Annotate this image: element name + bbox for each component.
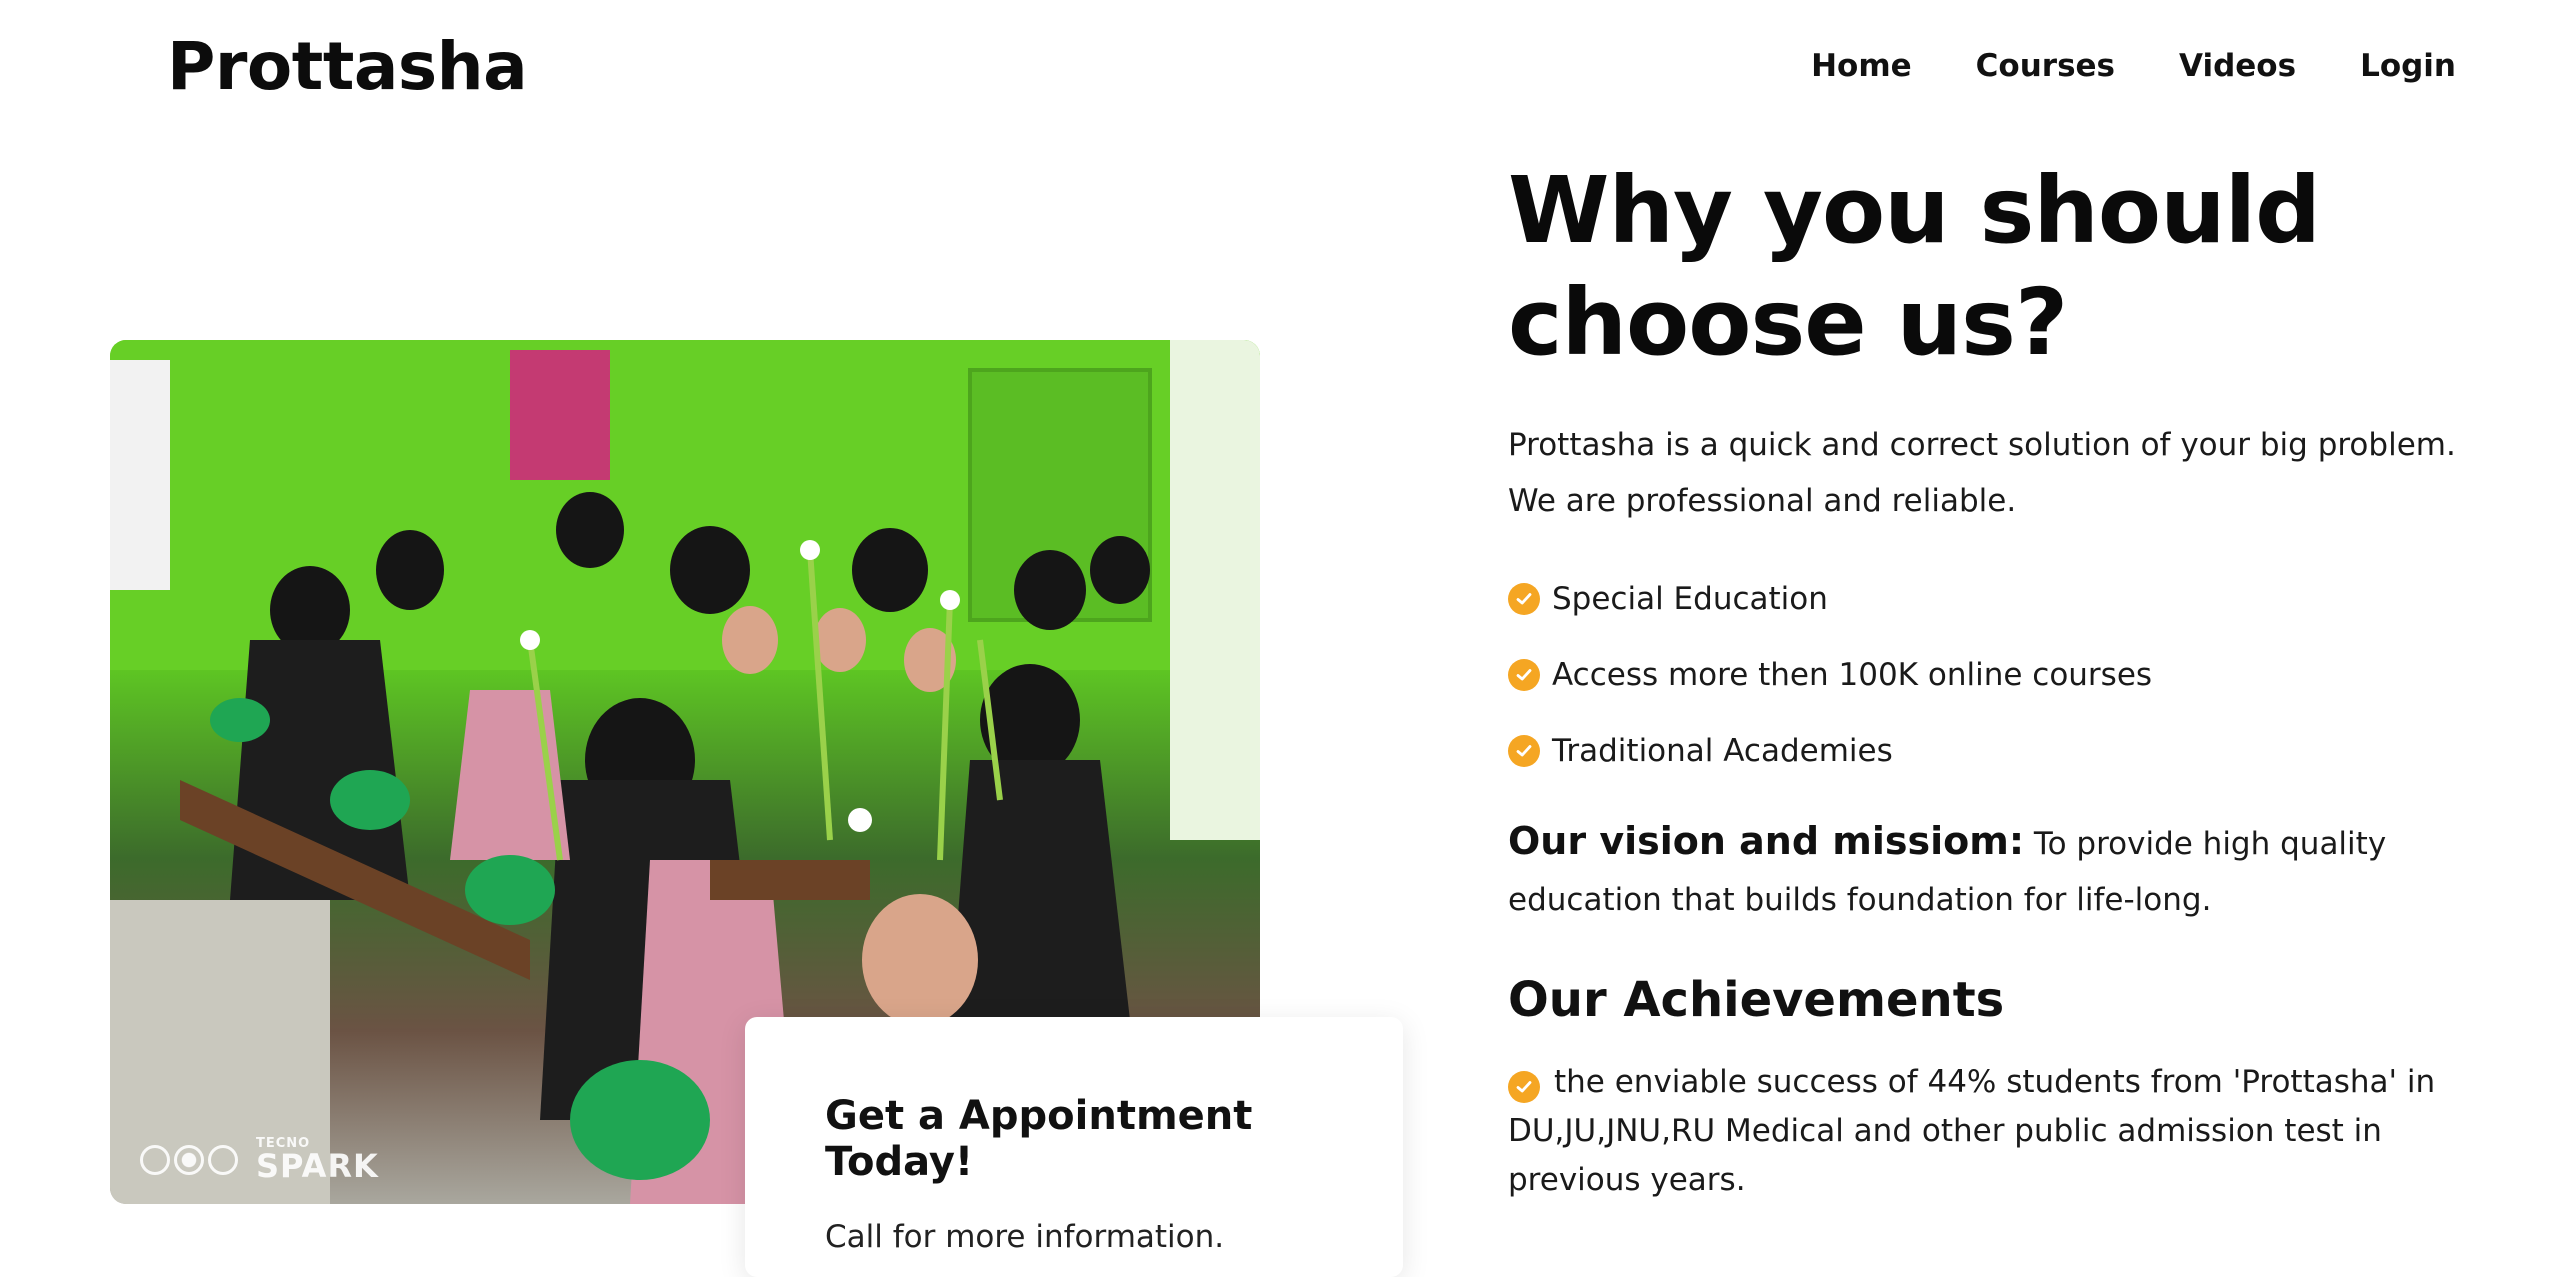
site-logo[interactable]: Prottasha bbox=[167, 28, 528, 105]
heading-line-2: choose us? bbox=[1508, 269, 2068, 376]
intro-text: Prottasha is a quick and correct solutio… bbox=[1508, 427, 2456, 519]
main-nav: Home Courses Videos Login bbox=[1811, 48, 2456, 84]
section-heading: Why you should choose us? bbox=[1508, 155, 2468, 379]
vision-mission: Our vision and missiom: To provide high … bbox=[1508, 813, 2468, 928]
feature-item: Special Education bbox=[1508, 561, 2468, 637]
appointment-title: Get a Appointment Today! bbox=[825, 1093, 1253, 1185]
feature-list: Special Education Access more then 100K … bbox=[1508, 561, 2468, 789]
heading-line-1: Why you should bbox=[1508, 157, 2321, 264]
feature-item: Traditional Academies bbox=[1508, 713, 2468, 789]
feature-item: Access more then 100K online courses bbox=[1508, 637, 2468, 713]
achievements-title: Our Achievements bbox=[1508, 972, 2005, 1028]
check-circle-icon bbox=[1508, 659, 1540, 691]
feature-label: Traditional Academies bbox=[1552, 733, 1893, 769]
nav-login-link[interactable]: Login bbox=[2360, 48, 2456, 84]
check-circle-icon bbox=[1508, 583, 1540, 615]
check-circle-icon bbox=[1508, 735, 1540, 767]
feature-label: Access more then 100K online courses bbox=[1552, 657, 2153, 693]
vision-label: Our vision and missiom: bbox=[1508, 819, 2025, 863]
nav-home-link[interactable]: Home bbox=[1811, 48, 1912, 84]
nav-videos-link[interactable]: Videos bbox=[2179, 48, 2296, 84]
achievement-text: the enviable success of 44% students fro… bbox=[1508, 1064, 2436, 1198]
watermark-model: SPARK bbox=[256, 1147, 379, 1185]
check-circle-icon bbox=[1508, 1071, 1540, 1103]
achievement-item: the enviable success of 44% students fro… bbox=[1508, 1058, 2468, 1205]
camera-watermark: TECNO SPARK bbox=[140, 1137, 379, 1182]
appointment-card: Get a Appointment Today! Call for more i… bbox=[745, 1017, 1403, 1277]
feature-label: Special Education bbox=[1552, 581, 1828, 617]
camera-rings-icon bbox=[140, 1144, 238, 1175]
achievements-list: the enviable success of 44% students fro… bbox=[1508, 1058, 2468, 1205]
nav-courses-link[interactable]: Courses bbox=[1976, 48, 2115, 84]
why-choose-us-section: Why you should choose us? Prottasha is a… bbox=[1508, 155, 2468, 1219]
appointment-subtitle: Call for more information. bbox=[825, 1219, 1225, 1255]
